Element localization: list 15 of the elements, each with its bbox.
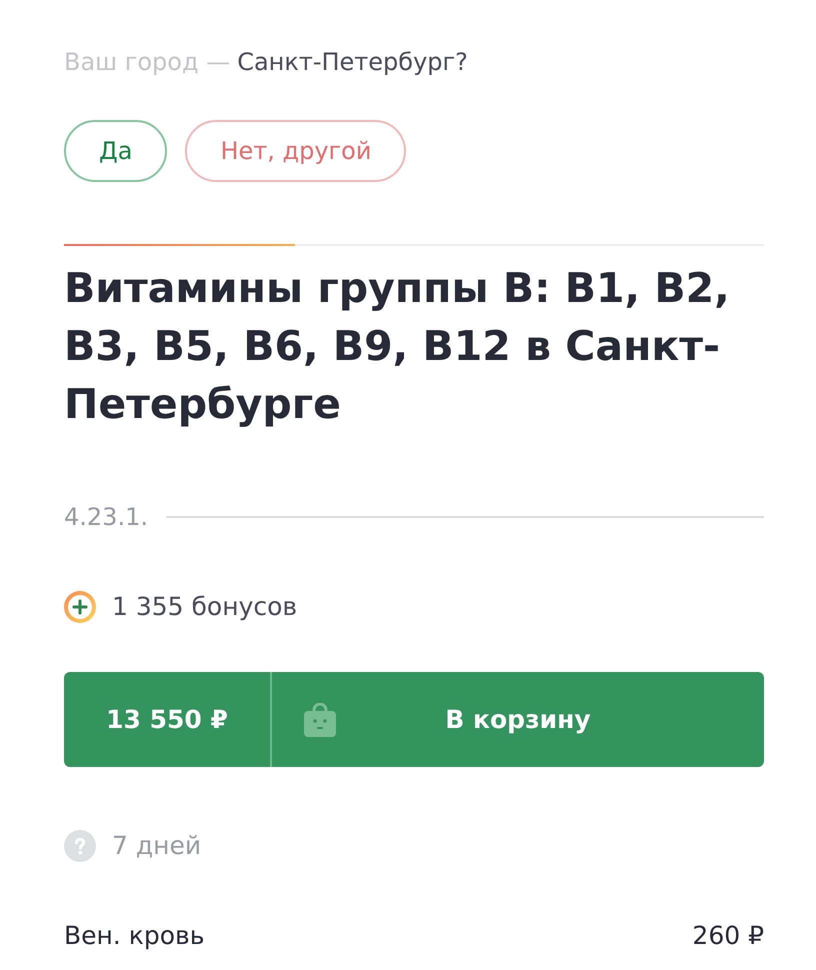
shopping-bag-icon [304,702,336,736]
city-question: Ваш город — [64,47,230,78]
choose-other-city-button[interactable]: Нет, другой [185,120,406,182]
price-tag: 13 550 ₽ [64,672,270,767]
add-to-cart-button[interactable]: В корзину [272,672,764,767]
sample-type: Вен. кровь [64,920,205,952]
city-name: Санкт-Петербург? [237,47,468,78]
bonus-plus-icon [64,591,96,623]
confirm-city-button[interactable]: Да [64,120,168,182]
product-title: Витамины группы B: B1, B2, B3, B5, B6, B9, B12 в Санкт-Петербурге [64,263,731,430]
bonus-amount: 1 355 бонусов [112,591,298,623]
turnaround-time: 7 дней [112,830,202,862]
help-icon[interactable] [64,830,96,862]
product-code: 4.23.1. [64,502,148,533]
sample-price: 260 ₽ [692,920,764,952]
